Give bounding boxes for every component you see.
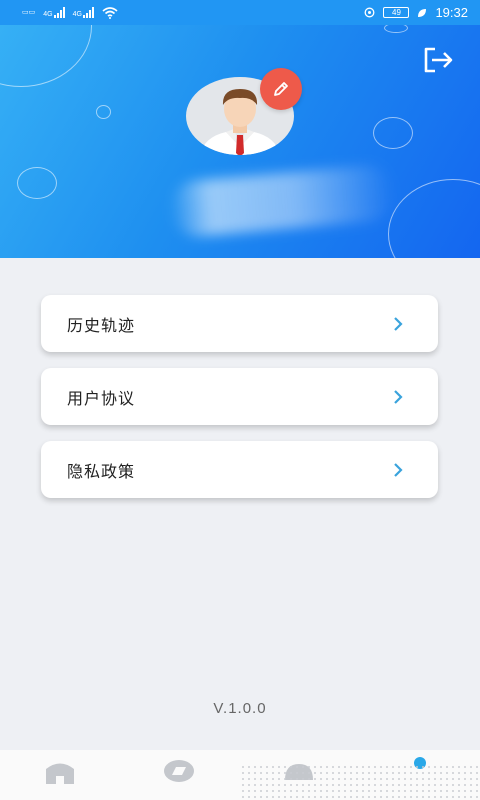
settings-menu: 历史轨迹 用户协议 隐私政策 bbox=[41, 295, 438, 514]
decor-circle bbox=[388, 179, 480, 258]
menu-item-history[interactable]: 历史轨迹 bbox=[41, 295, 438, 352]
decor-circle bbox=[0, 25, 92, 87]
network-type-label: 4G bbox=[72, 11, 82, 18]
menu-item-privacy-policy[interactable]: 隐私政策 bbox=[41, 441, 438, 498]
menu-item-label: 用户协议 bbox=[67, 390, 136, 408]
status-right: 49 19:32 bbox=[364, 5, 468, 20]
status-time: 19:32 bbox=[435, 5, 468, 20]
leaf-icon bbox=[418, 8, 427, 17]
decor-dot-pattern bbox=[240, 764, 480, 800]
compass-icon bbox=[164, 760, 194, 782]
wifi-icon bbox=[102, 6, 118, 19]
home-icon bbox=[46, 763, 74, 784]
tab-discover[interactable] bbox=[163, 758, 195, 789]
location-icon bbox=[365, 7, 375, 17]
tab-home[interactable] bbox=[44, 758, 76, 789]
edit-profile-button[interactable] bbox=[260, 68, 302, 110]
status-left: ▭▭ 4G 4G bbox=[22, 6, 118, 19]
chevron-right-icon bbox=[394, 462, 403, 477]
status-bar: ▭▭ 4G 4G 49 19:32 bbox=[0, 0, 480, 25]
decor-circle bbox=[17, 167, 57, 199]
logout-icon bbox=[424, 47, 453, 73]
chevron-right-icon bbox=[394, 316, 403, 331]
menu-item-label: 历史轨迹 bbox=[67, 317, 136, 335]
profile-header bbox=[0, 25, 480, 258]
battery-level: 49 bbox=[392, 8, 401, 17]
network-type-label: 4G bbox=[43, 11, 53, 18]
sim-indicator: ▭▭ bbox=[22, 9, 36, 16]
app-version: V.1.0.0 bbox=[213, 700, 267, 717]
chevron-right-icon bbox=[394, 389, 403, 404]
signal-icon: 4G bbox=[43, 7, 65, 18]
logout-button[interactable] bbox=[422, 47, 456, 73]
decor-circle bbox=[96, 105, 111, 119]
menu-item-label: 隐私政策 bbox=[67, 463, 136, 481]
battery-icon: 49 bbox=[383, 7, 410, 18]
decor-circle bbox=[384, 25, 408, 33]
decor-circle bbox=[373, 117, 413, 149]
pencil-icon bbox=[274, 82, 288, 96]
username-blurred bbox=[167, 163, 398, 239]
menu-item-user-agreement[interactable]: 用户协议 bbox=[41, 368, 438, 425]
signal-icon: 4G bbox=[73, 7, 94, 18]
